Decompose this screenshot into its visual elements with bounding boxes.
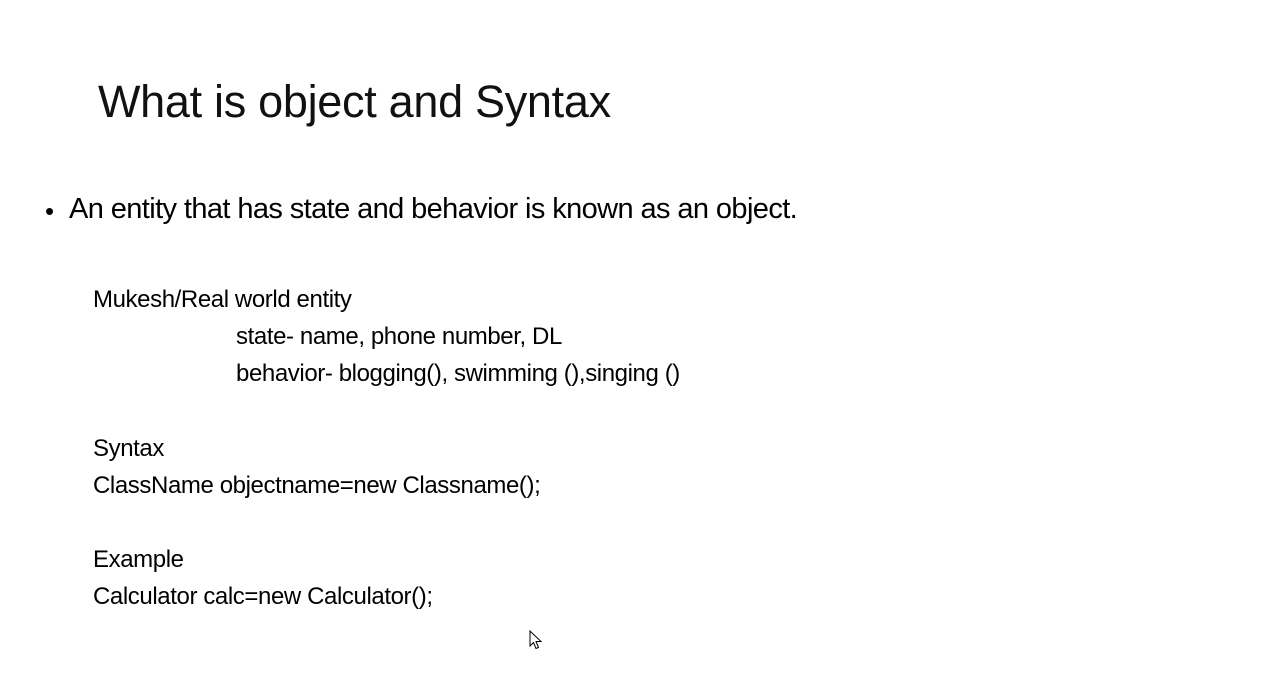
bullet-icon: • xyxy=(45,196,55,226)
entity-behavior: behavior- blogging(), swimming (),singin… xyxy=(236,360,680,387)
syntax-heading: Syntax xyxy=(93,435,164,462)
syntax-code: ClassName objectname=new Classname(); xyxy=(93,472,541,499)
entity-state: state- name, phone number, DL xyxy=(236,323,562,350)
mouse-pointer-icon xyxy=(529,630,543,650)
bullet-text: An entity that has state and behavior is… xyxy=(69,193,798,225)
entity-heading: Mukesh/Real world entity xyxy=(93,286,352,313)
example-heading: Example xyxy=(93,546,184,573)
example-code: Calculator calc=new Calculator(); xyxy=(93,583,433,610)
slide-title: What is object and Syntax xyxy=(98,76,611,127)
